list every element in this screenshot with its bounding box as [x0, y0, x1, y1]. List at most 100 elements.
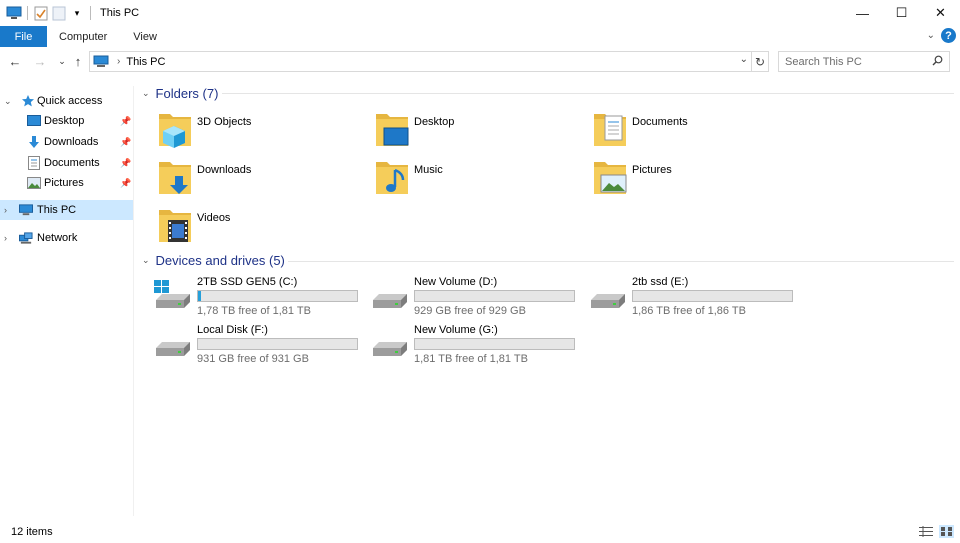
desktop-folder-icon: [376, 114, 409, 146]
sidebar-item-documents[interactable]: Documents 📌: [0, 153, 133, 173]
sidebar-label: This PC: [37, 204, 77, 216]
up-button[interactable]: ↑: [70, 53, 86, 69]
desktop-icon: [27, 114, 41, 128]
group-divider: [222, 93, 954, 94]
close-button[interactable]: ✕: [921, 0, 960, 26]
folder-item[interactable]: Documents: [593, 110, 803, 154]
forward-button[interactable]: →: [32, 53, 48, 69]
drive-name: 2tb ssd (E:): [632, 276, 689, 288]
pin-icon[interactable]: 📌: [120, 178, 131, 189]
drive-item[interactable]: 2tb ssd (E:) 1,86 TB free of 1,86 TB: [589, 276, 799, 320]
sidebar-label: Quick access: [37, 95, 103, 107]
videos-folder-icon: [159, 210, 191, 242]
search-box[interactable]: [778, 51, 950, 72]
folder-item[interactable]: Music: [375, 158, 585, 202]
drive-name: New Volume (D:): [414, 276, 498, 288]
folder-name: Music: [414, 164, 443, 176]
ribbon-right: ⌄ ?: [927, 28, 956, 43]
drive-item[interactable]: New Volume (D:) 929 GB free of 929 GB: [371, 276, 581, 320]
drive-name: New Volume (G:): [414, 324, 498, 336]
drive-free-space: 1,86 TB free of 1,86 TB: [632, 305, 746, 317]
drive-icon: [156, 342, 190, 356]
folders-group-header[interactable]: ⌄ Folders (7): [142, 85, 218, 101]
expand-ribbon-icon[interactable]: ⌄: [927, 30, 935, 41]
folder-item[interactable]: Pictures: [593, 158, 803, 202]
usage-bar: [414, 290, 575, 302]
folder-item[interactable]: Videos: [158, 206, 368, 250]
refresh-button[interactable]: ↻: [752, 51, 769, 72]
address-dropdown-icon[interactable]: ⌄: [740, 54, 748, 65]
usage-bar: [197, 290, 358, 302]
folder-name: Downloads: [197, 164, 252, 176]
usage-bar: [197, 338, 358, 350]
3d-objects-folder-icon: [159, 114, 191, 148]
collapse-chevron-icon[interactable]: ⌄: [142, 88, 150, 99]
usage-bar: [632, 290, 793, 302]
sidebar-label: Downloads: [44, 136, 99, 148]
sidebar-item-pictures[interactable]: Pictures 📌: [0, 173, 133, 193]
pictures-folder-icon: [594, 162, 627, 194]
breadcrumb-this-pc[interactable]: This PC: [126, 56, 165, 68]
item-count: 12 items: [11, 526, 53, 538]
sidebar-label: Network: [37, 232, 78, 244]
navigation-pane: ⌄ Quick access Desktop 📌 Downloads 📌 Doc…: [0, 86, 133, 516]
collapse-chevron-icon[interactable]: ⌄: [142, 255, 150, 266]
help-button[interactable]: ?: [941, 28, 956, 43]
sidebar-item-downloads[interactable]: Downloads 📌: [0, 132, 133, 152]
expand-arrow-icon[interactable]: ›: [4, 233, 7, 243]
pin-icon[interactable]: 📌: [120, 116, 131, 127]
pin-icon[interactable]: 📌: [120, 158, 131, 169]
music-folder-icon: [376, 162, 408, 194]
window-controls: — ☐ ✕: [843, 0, 960, 26]
sidebar-item-quick-access[interactable]: ⌄ Quick access: [0, 91, 133, 111]
computer-icon[interactable]: [6, 5, 22, 21]
expand-arrow-icon[interactable]: ›: [4, 205, 7, 215]
drive-free-space: 929 GB free of 929 GB: [414, 305, 526, 317]
pictures-icon: [27, 176, 41, 190]
drive-name: Local Disk (F:): [197, 324, 268, 336]
search-input[interactable]: [785, 55, 925, 68]
recent-locations-button[interactable]: ⌄: [54, 53, 70, 69]
folder-name: Documents: [632, 116, 688, 128]
window-title: This PC: [100, 7, 140, 19]
details-view-icon[interactable]: [918, 525, 933, 538]
maximize-button[interactable]: ☐: [882, 0, 921, 26]
sidebar-item-network[interactable]: › Network: [0, 228, 133, 248]
drives-group-header[interactable]: ⌄ Devices and drives (5): [142, 252, 285, 268]
sidebar-label: Documents: [44, 157, 100, 169]
address-bar[interactable]: › This PC ⌄: [89, 51, 752, 72]
folder-name: Videos: [197, 212, 231, 224]
sidebar-item-desktop[interactable]: Desktop 📌: [0, 111, 133, 131]
drive-free-space: 1,78 TB free of 1,81 TB: [197, 305, 311, 317]
drive-icon: [373, 342, 407, 356]
downloads-folder-icon: [159, 162, 191, 194]
new-folder-icon[interactable]: [51, 5, 67, 21]
minimize-button[interactable]: —: [843, 0, 882, 26]
folder-item[interactable]: 3D Objects: [158, 110, 368, 154]
back-button[interactable]: ←: [7, 53, 23, 69]
drive-item[interactable]: New Volume (G:) 1,81 TB free of 1,81 TB: [371, 324, 581, 368]
pin-icon[interactable]: 📌: [120, 137, 131, 148]
drive-free-space: 931 GB free of 931 GB: [197, 353, 309, 365]
drive-icon: [373, 294, 407, 308]
folder-item[interactable]: Desktop: [375, 110, 585, 154]
breadcrumb-chevron-icon[interactable]: ›: [117, 56, 120, 67]
this-pc-icon: [93, 55, 109, 68]
expand-arrow-icon[interactable]: ⌄: [4, 96, 12, 107]
customize-toolbar-icon[interactable]: ▾: [69, 5, 85, 21]
properties-icon[interactable]: [33, 5, 49, 21]
tab-computer[interactable]: Computer: [47, 26, 120, 47]
folder-item[interactable]: Downloads: [158, 158, 368, 202]
tab-file[interactable]: File: [0, 26, 47, 47]
usage-bar: [414, 338, 575, 350]
large-icons-view-icon[interactable]: [939, 525, 954, 538]
drive-item[interactable]: 2TB SSD GEN5 (C:) 1,78 TB free of 1,81 T…: [154, 276, 364, 320]
group-divider: [288, 261, 954, 262]
sidebar-label: Desktop: [44, 115, 85, 127]
documents-folder-icon: [594, 114, 626, 146]
tab-view[interactable]: View: [120, 26, 170, 47]
folder-name: Pictures: [632, 164, 672, 176]
sidebar-item-this-pc[interactable]: › This PC: [0, 200, 133, 220]
drive-item[interactable]: Local Disk (F:) 931 GB free of 931 GB: [154, 324, 364, 368]
pane-divider[interactable]: [133, 86, 134, 516]
